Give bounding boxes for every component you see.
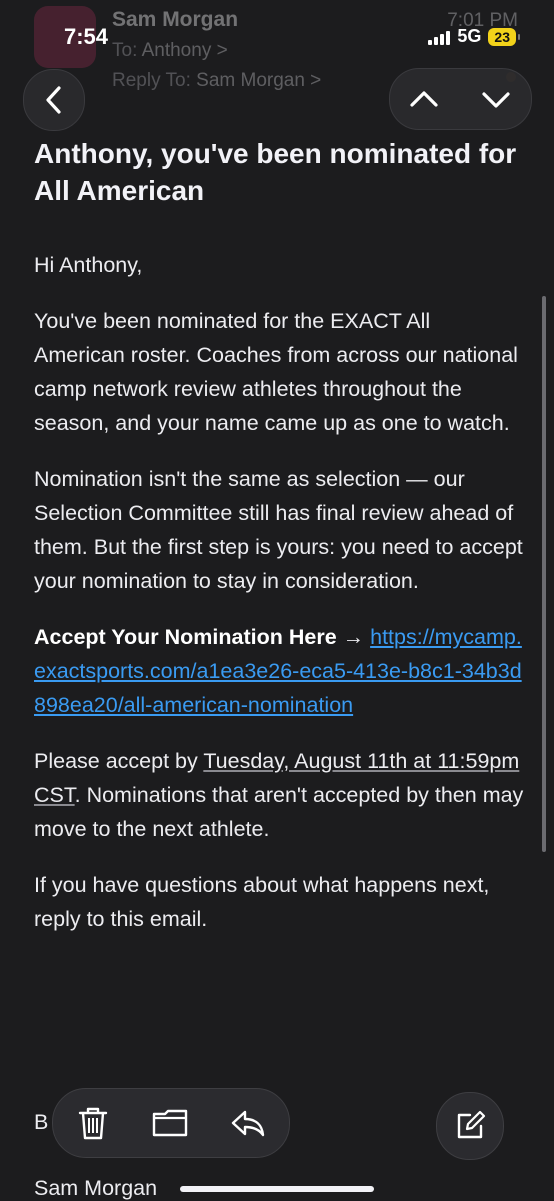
greeting: Hi Anthony, [34,253,143,277]
reply-button[interactable] [213,1089,283,1157]
to-row[interactable]: To: Anthony > [112,40,228,62]
trash-button[interactable] [58,1089,128,1157]
body-paragraph-2: Nomination isn't the same as selection —… [34,467,523,593]
arrow-text: → [336,625,371,649]
status-time: 7:54 [64,24,109,49]
trash-icon [78,1107,108,1140]
body-paragraph-1: You've been nominated for the EXACT All … [34,309,518,435]
bottom-toolbar [52,1088,290,1158]
to-label: To: [112,40,138,61]
next-message-button[interactable] [460,69,530,129]
reply-to-label: Reply To: [112,70,191,91]
reply-icon [231,1110,265,1137]
chevron-left-icon [46,86,61,114]
reply-to-value[interactable]: Sam Morgan > [196,70,321,91]
accept-paragraph: Accept Your Nomination Here → https://my… [34,620,524,722]
deadline-paragraph: Please accept by Tuesday, August 11th at… [34,744,524,846]
to-value[interactable]: Anthony > [142,40,228,61]
signature: Sam Morgan [34,1176,158,1200]
accept-label: Accept Your Nomination Here [34,625,337,649]
move-folder-button[interactable] [135,1089,205,1157]
previous-message-button[interactable] [390,69,460,129]
reply-to-row[interactable]: Reply To: Sam Morgan > [112,70,321,92]
network-type: 5G [457,26,482,46]
back-button[interactable] [23,69,85,131]
chevron-up-icon [410,91,438,107]
email-body: Hi Anthony, You've been nominated for th… [34,248,524,958]
compose-icon [457,1110,486,1139]
deadline-post: . Nominations that aren't accepted by th… [34,783,524,841]
chevron-down-icon [482,92,510,108]
questions-paragraph: If you have questions about what happens… [34,873,490,931]
battery-icon: 23 [488,27,520,46]
status-indicators: 5G 23 [428,26,520,47]
email-subject: Anthony, you've been nominated for All A… [34,138,517,206]
signoff-text: B [34,1110,49,1134]
home-indicator[interactable] [180,1186,374,1192]
sender-name[interactable]: Sam Morgan [112,8,238,32]
scrollbar[interactable] [542,296,546,852]
message-nav [389,68,532,130]
compose-button[interactable] [436,1092,504,1160]
deadline-pre: Please accept by [34,749,204,773]
folder-icon [152,1109,188,1137]
signal-icon [428,29,451,45]
